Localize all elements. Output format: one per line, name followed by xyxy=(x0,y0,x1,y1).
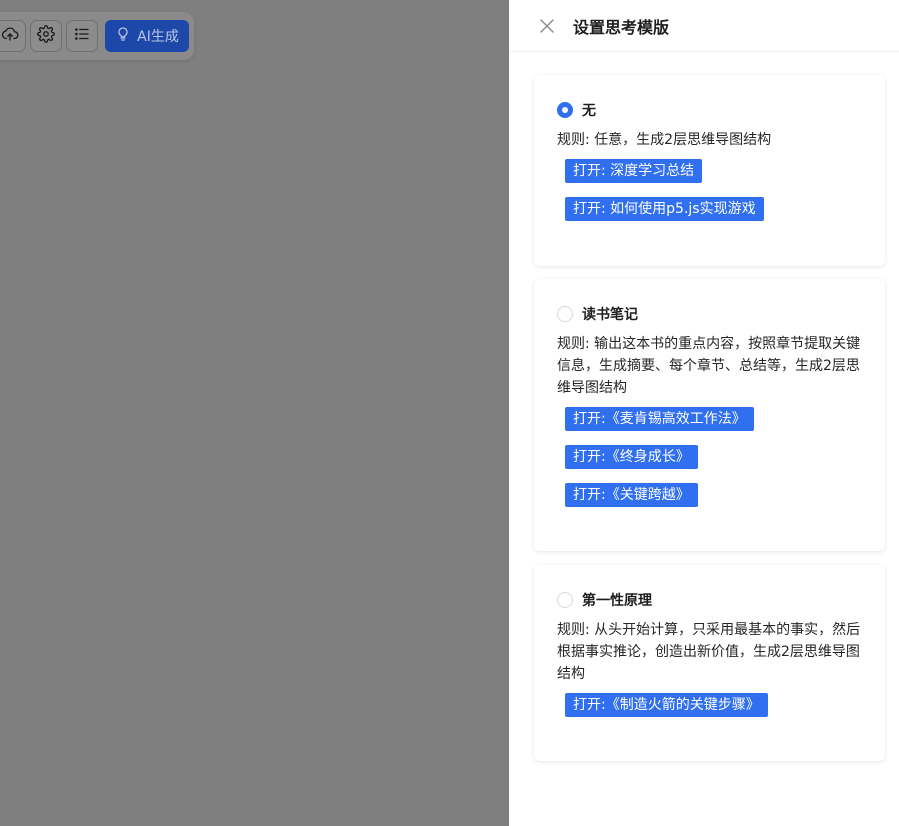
open-example-link[interactable]: 打开:《关键跨越》 xyxy=(565,483,698,507)
drawer-header: 设置思考模版 xyxy=(509,0,899,52)
template-name: 第一性原理 xyxy=(582,593,652,609)
outline-list-button[interactable] xyxy=(66,20,98,52)
open-example-link[interactable]: 打开: 深度学习总结 xyxy=(565,159,703,183)
cloud-upload-button[interactable] xyxy=(0,20,26,52)
template-name: 读书笔记 xyxy=(582,307,638,323)
template-rule: 规则: 从头开始计算，只采用最基本的事实，然后根据事实推论，创造出新价值，生成2… xyxy=(557,622,861,682)
drawer-mask[interactable] xyxy=(0,0,509,826)
close-icon[interactable] xyxy=(539,18,555,34)
open-example-link[interactable]: 打开:《麦肯锡高效工作法》 xyxy=(565,407,754,431)
template-card-reading-notes[interactable]: 读书笔记 规则: 输出这本书的重点内容，按照章节提取关键信息，生成摘要、每个章节… xyxy=(534,279,885,551)
toolbar: AI生成 xyxy=(0,12,194,60)
lightbulb-icon xyxy=(115,26,131,46)
open-example-link[interactable]: 打开:《终身成长》 xyxy=(565,445,698,469)
template-card-first-principles[interactable]: 第一性原理 规则: 从头开始计算，只采用最基本的事实，然后根据事实推论，创造出新… xyxy=(534,565,885,761)
template-rule: 规则: 输出这本书的重点内容，按照章节提取关键信息，生成摘要、每个章节、总结等，… xyxy=(557,336,861,396)
template-card-none[interactable]: 无 规则: 任意，生成2层思维导图结构 打开: 深度学习总结 打开: 如何使用p… xyxy=(534,75,885,266)
ai-generate-button[interactable]: AI生成 xyxy=(105,20,189,52)
list-icon xyxy=(73,25,91,47)
template-radio-none[interactable] xyxy=(557,102,573,118)
gear-icon xyxy=(37,25,55,47)
template-radio-reading-notes[interactable] xyxy=(557,306,573,322)
open-example-link[interactable]: 打开: 如何使用p5.js实现游戏 xyxy=(565,197,764,221)
template-radio-first-principles[interactable] xyxy=(557,592,573,608)
settings-button[interactable] xyxy=(30,20,62,52)
ai-generate-label: AI生成 xyxy=(137,29,179,45)
template-name: 无 xyxy=(582,103,596,119)
template-rule: 规则: 任意，生成2层思维导图结构 xyxy=(557,132,772,148)
template-drawer: 设置思考模版 无 规则: 任意，生成2层思维导图结构 打开: 深度学习总结 打开… xyxy=(509,0,899,826)
open-example-link[interactable]: 打开:《制造火箭的关键步骤》 xyxy=(565,693,768,717)
drawer-title: 设置思考模版 xyxy=(573,17,670,37)
cloud-upload-icon xyxy=(1,25,19,47)
